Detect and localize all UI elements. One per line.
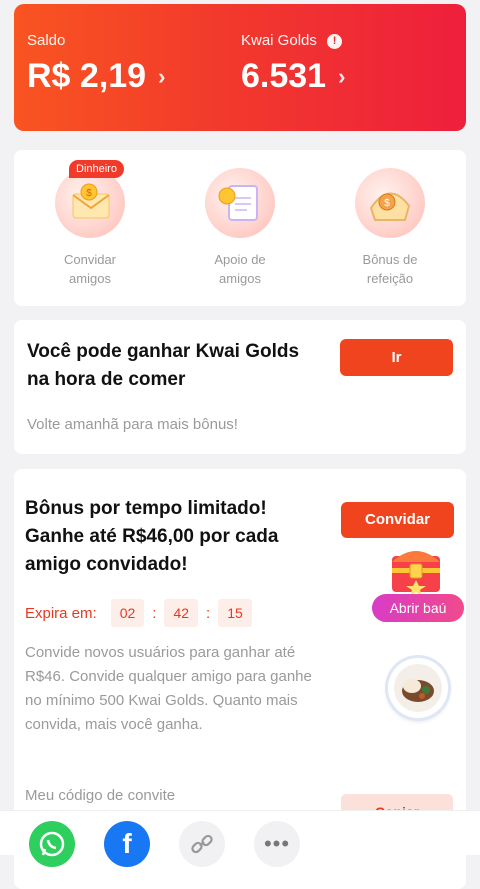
saldo-label: Saldo xyxy=(27,32,66,49)
more-icon[interactable]: ••• xyxy=(254,821,300,867)
treasure-chest-icon[interactable] xyxy=(384,540,448,596)
actions-card: $ Dinheiro Convidar amigos Apoio de amig… xyxy=(14,150,466,306)
support-label-1: Apoio de xyxy=(214,252,266,267)
friends-support-item[interactable]: Apoio de amigos xyxy=(185,168,295,288)
clipboard-coin-icon xyxy=(205,168,275,238)
meal-label-2: refeição xyxy=(366,271,414,286)
kwai-golds-label: Kwai Golds xyxy=(241,32,317,49)
dinheiro-badge: Dinheiro xyxy=(69,160,124,178)
timer-seconds: 15 xyxy=(218,599,252,627)
balance-header: Saldo R$ 2,19 › Kwai Golds ! 6.531 › xyxy=(14,4,466,131)
saldo-value: R$ 2,19 xyxy=(27,57,147,95)
meal-title: Você pode ganhar Kwai Golds na hora de c… xyxy=(27,338,327,394)
svg-text:$: $ xyxy=(384,198,390,209)
bonus-title: Bônus por tempo limitado! Ganhe até R$46… xyxy=(25,495,325,579)
countdown: Expira em: 02 : 42 : 15 xyxy=(25,599,252,627)
timer-minutes: 42 xyxy=(164,599,199,627)
invite-label-1: Convidar xyxy=(63,252,117,267)
invite-label-2: amigos xyxy=(69,271,111,286)
chevron-right-icon: › xyxy=(338,63,346,89)
bread-coin-icon: $ xyxy=(355,168,425,238)
meal-title-line2: na hora de comer xyxy=(27,369,186,390)
kwai-golds-section[interactable]: Kwai Golds ! 6.531 › xyxy=(241,32,345,96)
info-icon[interactable]: ! xyxy=(327,33,343,49)
expira-label: Expira em: xyxy=(25,604,97,622)
saldo-section[interactable]: Saldo R$ 2,19 › xyxy=(27,32,165,96)
whatsapp-icon[interactable] xyxy=(29,821,75,867)
meal-label-1: Bônus de xyxy=(362,252,418,267)
facebook-icon[interactable]: f xyxy=(104,821,150,867)
svg-text:$: $ xyxy=(86,188,92,199)
chevron-right-icon: › xyxy=(158,63,166,89)
meal-plate-icon[interactable] xyxy=(388,658,448,718)
support-label-2: amigos xyxy=(219,271,261,286)
bonus-title-line1: Bônus por tempo limitado! xyxy=(25,498,267,519)
invite-friends-item[interactable]: $ Dinheiro Convidar amigos xyxy=(35,160,145,288)
bonus-title-line2: Ganhe até R$46,00 por cada xyxy=(25,526,279,547)
bonus-title-line3: amigo convidado! xyxy=(25,554,188,575)
envelope-coin-icon: $ Dinheiro xyxy=(55,160,125,238)
invite-code-label: Meu código de convite xyxy=(25,787,176,804)
convidar-button[interactable]: Convidar xyxy=(341,502,454,538)
open-chest-button[interactable]: Abrir baú xyxy=(372,594,464,622)
kwai-golds-value: 6.531 xyxy=(241,57,327,95)
meal-bonus-item[interactable]: $ Bônus de refeição xyxy=(335,168,445,288)
timer-hours: 02 xyxy=(110,599,145,627)
meal-subtitle: Volte amanhã para mais bônus! xyxy=(27,416,238,433)
meal-title-line1: Você pode ganhar Kwai Golds xyxy=(27,341,300,362)
ir-button[interactable]: Ir xyxy=(340,339,453,376)
link-icon[interactable] xyxy=(179,821,225,867)
share-bar: f ••• xyxy=(0,810,480,867)
bonus-description: Convide novos usuários para ganhar até R… xyxy=(25,644,312,733)
meal-golds-card: Você pode ganhar Kwai Golds na hora de c… xyxy=(14,320,466,454)
